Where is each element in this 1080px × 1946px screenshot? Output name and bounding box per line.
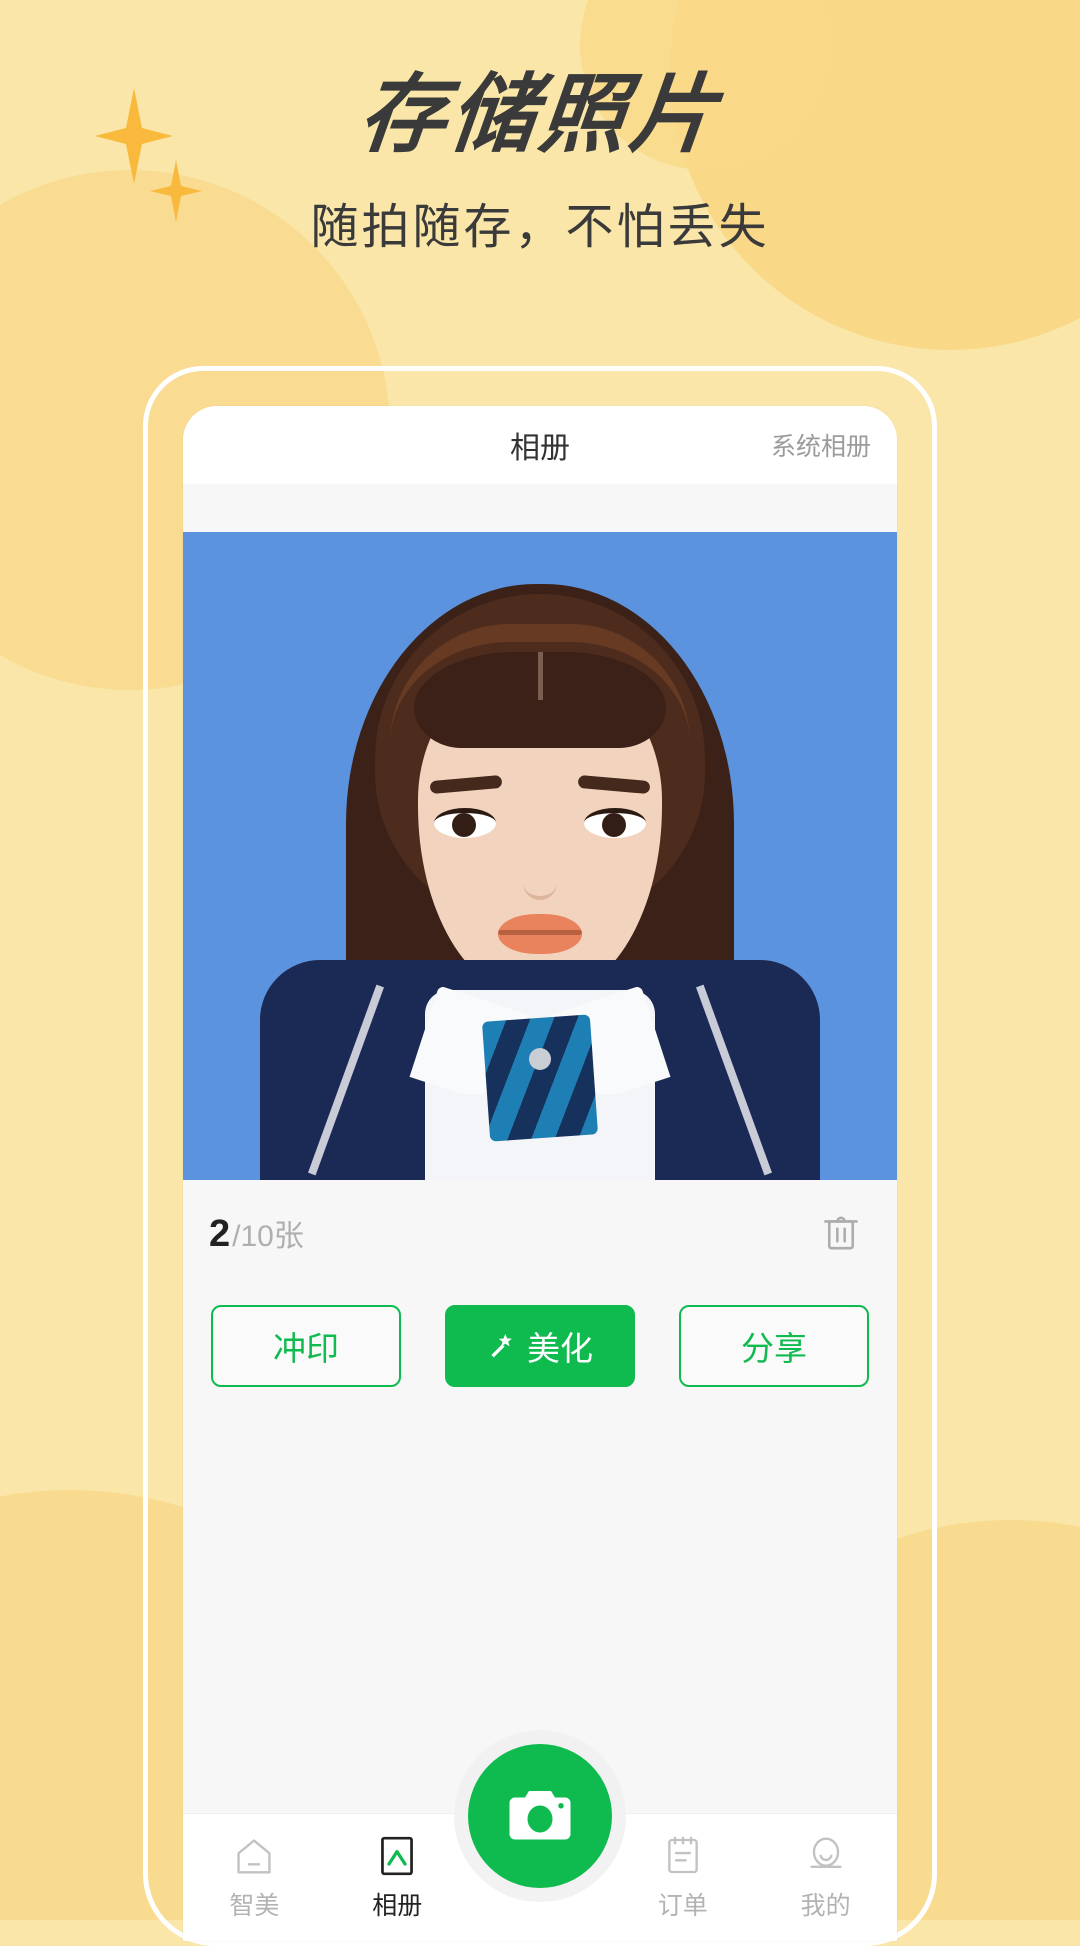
beautify-button-label: 美化 (527, 1330, 593, 1367)
home-icon (232, 1834, 276, 1878)
print-button-label: 冲印 (273, 1330, 339, 1367)
page-subtitle: 随拍随存，不怕丢失 (310, 201, 770, 254)
app-header: 相册 系统相册 (183, 406, 897, 484)
photo-pupil-right (602, 813, 626, 837)
id-photo-preview[interactable] (183, 532, 897, 1180)
photo-lip-line (498, 930, 582, 935)
share-button[interactable]: 分享 (679, 1305, 869, 1387)
photo-top-spacer (183, 484, 897, 532)
nav-label-album: 相册 (372, 1891, 423, 1920)
magic-wand-icon (487, 1331, 517, 1361)
photo-tie-button (529, 1048, 551, 1070)
photo-action-buttons: 冲印 美化 分享 (183, 1286, 897, 1406)
nav-item-album[interactable]: 相册 (326, 1834, 469, 1922)
phone-mockup-frame: 相册 系统相册 2 /10张 冲印 美化 分享 智美 相册 订单 我的 (143, 366, 937, 1946)
page-title: 存储照片 (354, 65, 726, 165)
bottom-navigation-bar: 智美 相册 订单 我的 (183, 1744, 897, 1941)
system-album-link[interactable]: 系统相册 (771, 427, 871, 463)
nav-label-profile: 我的 (800, 1891, 851, 1920)
photo-counter-current: 2 (209, 1212, 231, 1255)
phone-screen: 相册 系统相册 2 /10张 冲印 美化 分享 智美 相册 订单 我的 (183, 406, 897, 1941)
camera-icon[interactable] (468, 1744, 612, 1888)
print-button[interactable]: 冲印 (211, 1305, 401, 1387)
nav-item-profile[interactable]: 我的 (754, 1834, 897, 1922)
order-clipboard-icon (663, 1834, 703, 1878)
app-content: 2 /10张 冲印 美化 分享 智美 相册 订单 我的 (183, 484, 897, 1941)
nav-item-zhimei[interactable]: 智美 (183, 1834, 326, 1922)
share-button-label: 分享 (741, 1330, 807, 1367)
photo-tie (481, 1014, 599, 1142)
beautify-button[interactable]: 美化 (445, 1305, 635, 1387)
profile-icon (805, 1834, 847, 1878)
photo-counter-total: /10张 (232, 1219, 304, 1253)
photo-hair-part (538, 652, 543, 700)
nav-label-orders: 订单 (657, 1891, 708, 1920)
album-icon (377, 1834, 417, 1878)
promo-heading-block: 存储照片 随拍随存，不怕丢失 (0, 0, 1080, 252)
photo-counter: 2 /10张 (209, 1211, 304, 1256)
photo-pupil-left (452, 813, 476, 837)
nav-item-orders[interactable]: 订单 (611, 1834, 754, 1922)
photo-counter-row: 2 /10张 (183, 1180, 897, 1286)
photo-nose (523, 862, 557, 900)
nav-label-zhimei: 智美 (229, 1891, 280, 1920)
trash-icon[interactable] (813, 1204, 869, 1262)
